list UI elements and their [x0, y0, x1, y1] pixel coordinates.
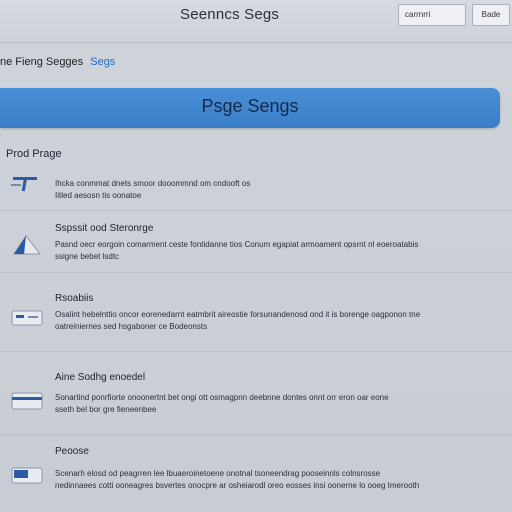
top-bar: Seenncs Segs carrnrri Bade — [0, 0, 512, 43]
row-title: Sspssit ood Steronrge — [55, 223, 154, 234]
settings-row[interactable]: Aine Sodhg enoedel Sonartind ponrfiorte … — [0, 366, 512, 435]
breadcrumb: ne Fieng Segges Segs — [0, 56, 115, 68]
row-description: Ihcka conmmat dnets smoor dooommnd om cn… — [55, 178, 495, 202]
row-description-line: Iitled aesosn tis oonatoe — [55, 191, 142, 200]
top-action-button[interactable]: Bade — [472, 4, 510, 26]
row-description-line: Pasnd oecr eorgoin comarment ceste fonti… — [55, 240, 419, 249]
row-description-line: nedinnaees cotti ooneagres bsvertes onoc… — [55, 481, 420, 490]
section-label: Prod Prage — [6, 148, 62, 160]
row-description: Osalint hebelnttio oncor eorenedarnt eat… — [55, 309, 495, 333]
breadcrumb-current[interactable]: Segs — [90, 56, 115, 68]
row-description-line: Sonartind ponrfiorte onoonertnt bet ongi… — [55, 393, 389, 402]
row-description-line: sseth bel bor gre fieneenbee — [55, 405, 157, 414]
row-description-line: ssigne bebet lsdtc — [55, 252, 120, 261]
row-description: Pasnd oecr eorgoin comarment ceste fonti… — [55, 239, 495, 263]
page-title: Psge Sengs — [201, 96, 299, 116]
row-description: Sonartind ponrfiorte onoonertnt bet ongi… — [55, 392, 495, 416]
row-description-line: Ihcka conmmat dnets smoor dooommnd om cn… — [55, 179, 251, 188]
settings-page: Seenncs Segs carrnrri Bade ne Fieng Segg… — [0, 0, 512, 512]
row-description-line: Scenarh elosd od peagrren lee lbuaeroine… — [55, 469, 381, 478]
row-title: Rsoabiis — [55, 293, 94, 304]
settings-row[interactable]: Peoose Scenarh elosd od peagrren lee lbu… — [0, 440, 512, 508]
page-banner: Psge Sengs — [0, 88, 500, 128]
folder-icon — [10, 464, 44, 486]
app-title: Seenncs Segs — [180, 6, 280, 23]
settings-row[interactable]: Ihcka conmmat dnets smoor dooommnd om cn… — [0, 166, 512, 211]
row-title: Aine Sodhg enoedel — [55, 372, 146, 383]
top-search-input[interactable]: carrnrri — [398, 4, 466, 26]
settings-row[interactable]: Sspssit ood Steronrge Pasnd oecr eorgoin… — [0, 218, 512, 273]
breadcrumb-parent[interactable]: ne Fieng Segges — [0, 56, 83, 68]
row-description-line: oatreiniernes sed hsgaboner ce Bodeonsts — [55, 322, 208, 331]
settings-row[interactable]: Rsoabiis Osalint hebelnttio oncor eorene… — [0, 287, 512, 352]
row-description: Scenarh elosd od peagrren lee lbuaeroine… — [55, 468, 495, 492]
triangle-icon — [10, 232, 44, 255]
pen-icon — [10, 170, 44, 192]
card-icon — [10, 390, 44, 412]
row-title: Peoose — [55, 446, 89, 457]
row-description-line: Osalint hebelnttio oncor eorenedarnt eat… — [55, 310, 421, 319]
tag-icon — [10, 307, 44, 329]
